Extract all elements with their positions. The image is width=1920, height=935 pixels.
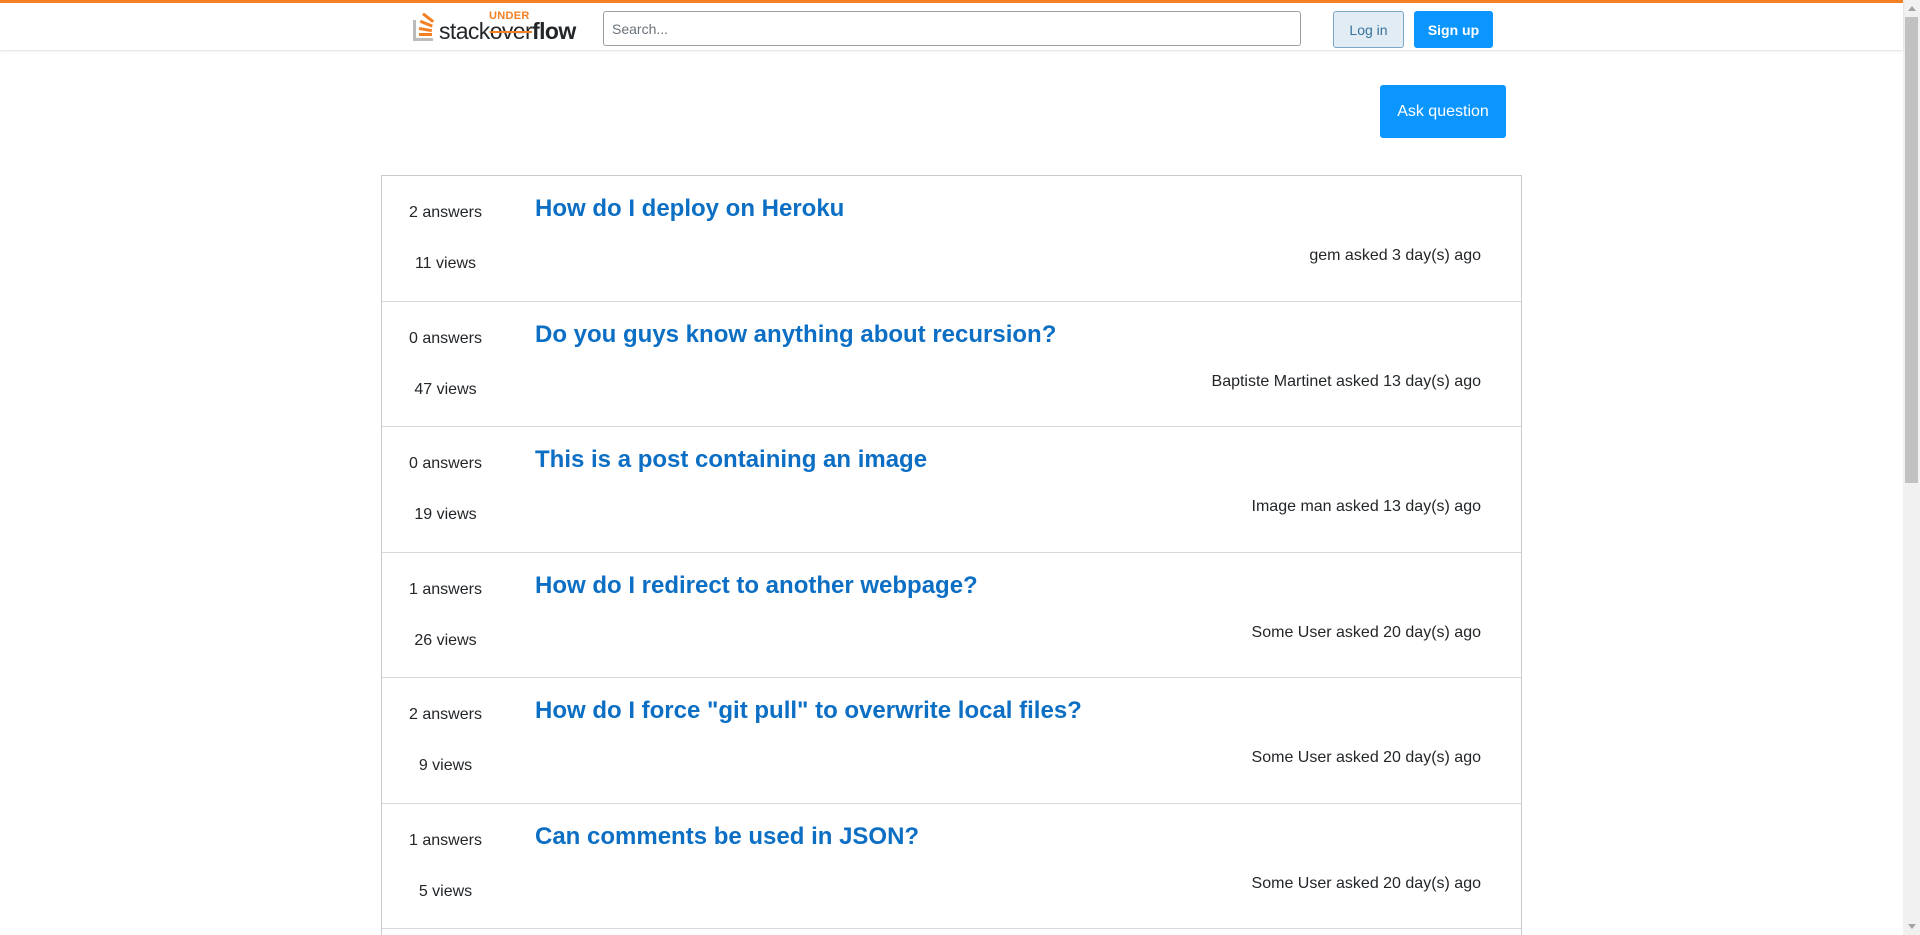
question-row: 1 answers 26 views How do I redirect to … [382,553,1521,678]
question-title-link[interactable]: How do I redirect to another webpage? [535,572,978,600]
question-title-link[interactable]: Can comments be used in JSON? [535,823,919,851]
search-input[interactable] [603,11,1301,46]
top-bar: UNDER stackoverflow Log in Sign up [0,0,1903,50]
sign-up-button[interactable]: Sign up [1414,11,1493,48]
vertical-scrollbar[interactable] [1903,0,1920,935]
answer-count: 1 answers [409,580,482,598]
answer-count: 2 answers [409,204,482,221]
ask-question-button[interactable]: Ask question [1380,85,1506,138]
logo-word-over: over [489,18,533,44]
logo-word-stack: stack [439,18,490,44]
question-row: 0 answers 47 views Do you guys know anyt… [382,302,1521,427]
view-count: 26 views [414,631,477,649]
question-list: 2 answers 11 views How do I deploy on He… [381,175,1522,935]
question-meta: Some User asked 20 day(s) ago [1251,623,1481,641]
log-in-button[interactable]: Log in [1333,11,1404,48]
view-count: 11 views [414,255,477,272]
question-meta: Some User asked 20 day(s) ago [1251,749,1481,766]
answer-count: 0 answers [409,455,482,472]
answer-count: 2 answers [409,706,482,723]
answer-count: 1 answers [409,831,482,849]
chevron-down-icon[interactable] [1903,918,1920,935]
view-count: 19 views [414,506,477,523]
logo-word-flow: flow [532,18,576,44]
question-row: 2 answers 11 views How do I deploy on He… [382,176,1521,302]
question-title-link[interactable]: How do I force "git pull" to overwrite l… [535,697,1082,725]
answer-count: 0 answers [409,329,482,347]
logo-wordmark: stackoverflow [439,19,576,43]
stack-logo-icon [413,13,435,41]
view-count: 47 views [414,380,477,398]
question-meta: Baptiste Martinet asked 13 day(s) ago [1211,372,1481,390]
question-row: 2 answers 9 views How do I force "git pu… [382,678,1521,804]
question-title-link[interactable]: How do I deploy on Heroku [535,195,844,223]
question-title-link[interactable]: This is a post containing an image [535,446,927,474]
question-meta: Image man asked 13 day(s) ago [1251,498,1481,515]
view-count: 5 views [418,882,473,900]
scrollbar-thumb[interactable] [1905,17,1918,483]
question-meta: Some User asked 20 day(s) ago [1251,874,1481,892]
site-logo[interactable]: UNDER stackoverflow [411,9,576,45]
chevron-up-icon[interactable] [1903,0,1920,17]
question-row: 0 answers 19 views This is a post contai… [382,427,1521,553]
question-title-link[interactable]: Do you guys know anything about recursio… [535,321,1056,349]
question-row: 1 answers 5 views Can comments be used i… [382,804,1521,929]
view-count: 9 views [418,757,473,774]
question-meta: gem asked 3 day(s) ago [1309,247,1481,264]
